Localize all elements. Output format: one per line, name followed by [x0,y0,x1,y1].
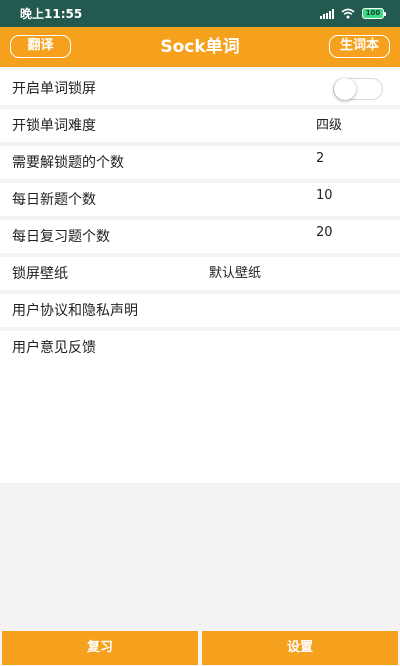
setting-label: 每日复习题个数 [12,229,110,245]
setting-row-daily-review[interactable]: 每日复习题个数 20 [0,220,400,257]
setting-row-feedback[interactable]: 用户意见反馈 [0,331,400,364]
signal-icon [320,8,334,19]
status-time: 晚上11:55 [20,7,83,21]
setting-value: 四级 [316,118,343,133]
battery-icon: 100 [362,8,386,19]
setting-value: 2 [316,151,325,166]
setting-label: 锁屏壁纸 [12,266,68,282]
lockscreen-toggle[interactable] [333,78,383,100]
setting-label: 用户意见反馈 [12,340,96,356]
app-header: Sock单词 翻译 生词本 [0,27,400,67]
tab-review[interactable]: 复习 [2,631,198,665]
setting-row-lockscreen[interactable]: 开启单词锁屏 [0,72,400,109]
setting-row-difficulty[interactable]: 开锁单词难度 四级 [0,109,400,146]
setting-row-privacy[interactable]: 用户协议和隐私声明 [0,294,400,331]
setting-row-wallpaper[interactable]: 锁屏壁纸 默认壁纸 [0,257,400,294]
translate-button[interactable]: 翻译 [10,35,71,58]
setting-label: 开启单词锁屏 [12,81,96,97]
setting-row-unlock-count[interactable]: 需要解锁题的个数 2 [0,146,400,183]
status-bar: 晚上11:55 100 [0,0,400,27]
setting-label: 用户协议和隐私声明 [12,303,138,319]
setting-value: 20 [316,225,333,240]
setting-value: 10 [316,188,333,203]
setting-row-daily-new[interactable]: 每日新题个数 10 [0,183,400,220]
vocabulary-book-button[interactable]: 生词本 [329,35,390,58]
setting-label: 开锁单词难度 [12,118,96,134]
setting-value: 默认壁纸 [209,266,262,281]
setting-label: 需要解锁题的个数 [12,155,124,171]
toggle-knob [334,78,356,100]
status-icons: 100 [320,8,386,19]
settings-list: 开启单词锁屏 开锁单词难度 四级 需要解锁题的个数 2 每日新题个数 10 每日… [0,70,400,483]
setting-label: 每日新题个数 [12,192,96,208]
bottom-tab-bar: 复习 设置 [0,629,400,666]
battery-level: 100 [365,9,381,17]
tab-settings[interactable]: 设置 [202,631,398,665]
wifi-icon [341,8,355,19]
